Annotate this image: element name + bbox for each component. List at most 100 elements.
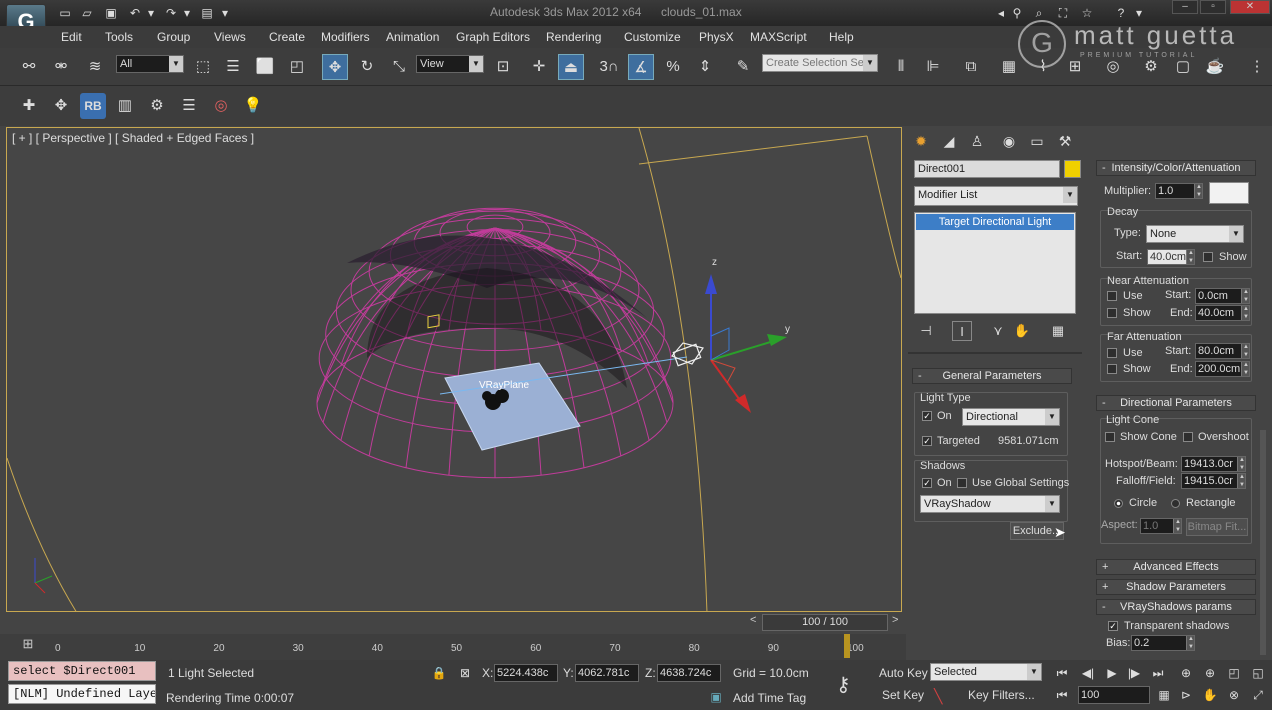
bind-space-warp-icon[interactable]: ≋ bbox=[82, 54, 108, 80]
layer-manager-icon[interactable]: ⧉ bbox=[958, 54, 984, 80]
play-icon[interactable]: ▶ bbox=[1102, 664, 1122, 682]
named-selection-sets-input[interactable]: Create Selection Se ▼ bbox=[762, 54, 878, 72]
maxscript-listener-input[interactable]: select $Direct001 bbox=[8, 661, 156, 681]
menu-animation[interactable]: Animation bbox=[386, 30, 439, 44]
percent-snap-icon[interactable]: % bbox=[660, 54, 686, 80]
perspective-viewport[interactable]: z y VRayPlane bbox=[6, 127, 902, 612]
edit-named-selection-icon[interactable]: ✎ bbox=[730, 54, 756, 80]
unlink-selection-icon[interactable]: ⚮ bbox=[48, 54, 74, 80]
previous-key-icon[interactable]: ◀| bbox=[1078, 664, 1098, 682]
render-production-icon[interactable]: ☕ bbox=[1202, 54, 1228, 80]
remove-modifier-icon[interactable]: ✋ bbox=[1012, 321, 1032, 341]
shadow-type-dropdown[interactable]: VRayShadow ▼ bbox=[920, 495, 1060, 513]
set-key-icon[interactable]: ⚷ bbox=[836, 672, 851, 697]
decay-show-checkbox[interactable] bbox=[1203, 252, 1213, 262]
far-use-checkbox[interactable] bbox=[1107, 348, 1117, 358]
general-parameters-rollout[interactable]: - General Parameters bbox=[912, 368, 1072, 384]
pivot-center-icon[interactable]: ⊡ bbox=[490, 54, 516, 80]
viewport-label-menu[interactable]: [ + ] [ Perspective ] [ Shaded + Edged F… bbox=[12, 131, 254, 145]
menu-views[interactable]: Views bbox=[214, 30, 246, 44]
target-icon[interactable]: ◎ bbox=[208, 93, 234, 119]
selection-filter-dropdown[interactable]: All ▼ bbox=[116, 55, 184, 73]
far-end-spinner[interactable]: 200.0cm ▲ ▼ bbox=[1195, 361, 1250, 377]
menu-tools[interactable]: Tools bbox=[105, 30, 133, 44]
binoculars-icon[interactable]: ⚲ bbox=[1008, 5, 1026, 21]
go-to-end-icon[interactable]: ⏭ bbox=[1148, 664, 1168, 682]
mini-curve-editor-icon[interactable]: ⊞ bbox=[16, 636, 40, 656]
show-cone-checkbox[interactable] bbox=[1105, 432, 1115, 442]
z-coordinate-field[interactable]: 4638.724c bbox=[657, 664, 721, 682]
select-object-icon[interactable]: ⬚ bbox=[190, 54, 216, 80]
select-and-link-icon[interactable]: ⚯ bbox=[16, 54, 42, 80]
select-and-move-icon[interactable]: ✥ bbox=[322, 54, 348, 80]
keyboard-shortcut-override-icon[interactable]: ⏏ bbox=[558, 54, 584, 80]
default-tangent-icon[interactable]: ╲ bbox=[934, 688, 942, 705]
current-frame-field[interactable]: 100 bbox=[1078, 686, 1150, 704]
bitmap-fit-button[interactable]: Bitmap Fit... bbox=[1186, 518, 1248, 536]
pin-stack-icon[interactable]: ⊣ bbox=[916, 321, 936, 341]
lock-selection-icon[interactable]: 🔒 bbox=[429, 664, 449, 682]
zoom-icon[interactable]: ⊕ bbox=[1176, 664, 1196, 682]
shadow-parameters-rollout[interactable]: + Shadow Parameters bbox=[1096, 579, 1256, 595]
utilities-tab-icon[interactable]: ⚒ bbox=[1054, 131, 1076, 151]
time-slider[interactable]: 100 / 100 bbox=[762, 614, 888, 631]
light-color-swatch[interactable] bbox=[1209, 182, 1249, 204]
orbit-icon[interactable]: ⊗ bbox=[1224, 686, 1244, 704]
auto-key-button[interactable]: Auto Key bbox=[879, 666, 928, 680]
modifier-list-dropdown[interactable]: Modifier List ▼ bbox=[914, 186, 1078, 206]
angle-snap-icon[interactable]: ∡ bbox=[628, 54, 654, 80]
key-filters-button[interactable]: Key Filters... bbox=[968, 688, 1035, 702]
select-and-rotate-icon[interactable]: ↻ bbox=[354, 54, 380, 80]
select-and-manipulate-icon[interactable]: ✛ bbox=[526, 54, 552, 80]
transparent-shadows-checkbox[interactable]: ✓ bbox=[1108, 621, 1118, 631]
snaps-toggle-icon[interactable]: 3∩ bbox=[596, 54, 622, 80]
graphite-ribbon-icon[interactable]: ▦ bbox=[996, 54, 1022, 80]
far-start-spinner[interactable]: 80.0cm ▲ ▼ bbox=[1195, 343, 1250, 359]
key-mode-icon[interactable]: ⏮ bbox=[1052, 686, 1072, 704]
create-plus-icon[interactable]: ✚ bbox=[16, 93, 42, 119]
customize-dropdown-icon[interactable]: ▾ bbox=[218, 5, 232, 21]
move-gizmo-icon[interactable]: ✥ bbox=[48, 93, 74, 119]
menu-edit[interactable]: Edit bbox=[61, 30, 82, 44]
next-key-icon[interactable]: |▶ bbox=[1124, 664, 1144, 682]
shadows-on-checkbox[interactable]: ✓ bbox=[922, 478, 932, 488]
zoom-extents-icon[interactable]: ◰ bbox=[1224, 664, 1244, 682]
stack-layers-icon[interactable]: ☰ bbox=[176, 93, 202, 119]
menu-physx[interactable]: PhysX bbox=[699, 30, 734, 44]
selection-set-dropdown[interactable]: Selected ▼ bbox=[930, 663, 1042, 681]
advanced-effects-rollout[interactable]: + Advanced Effects bbox=[1096, 559, 1256, 575]
create-tab-icon[interactable]: ✹ bbox=[910, 131, 932, 151]
project-folder-icon[interactable]: ▤ bbox=[198, 5, 216, 21]
maximize-button[interactable]: ▫ bbox=[1200, 0, 1226, 14]
object-name-field[interactable]: Direct001 bbox=[914, 160, 1060, 178]
multiplier-spinner[interactable]: 1.0 ▲ ▼ bbox=[1155, 183, 1203, 199]
align-icon[interactable]: ⊫ bbox=[920, 54, 946, 80]
time-configuration-icon[interactable]: ▦ bbox=[1154, 686, 1174, 704]
decay-type-dropdown[interactable]: None ▼ bbox=[1146, 225, 1244, 243]
help-dropdown-icon[interactable]: ▾ bbox=[1134, 5, 1144, 21]
reference-coordinate-dropdown[interactable]: View ▼ bbox=[416, 55, 484, 73]
light-on-checkbox[interactable]: ✓ bbox=[922, 411, 932, 421]
search-icon[interactable]: ⌕ bbox=[1030, 5, 1048, 21]
hotspot-spinner[interactable]: 19413.0cr ▲ ▼ bbox=[1181, 456, 1246, 472]
menu-rendering[interactable]: Rendering bbox=[546, 30, 601, 44]
light-type-dropdown[interactable]: Directional ▼ bbox=[962, 408, 1060, 426]
modifier-stack-item[interactable]: Target Directional Light bbox=[916, 214, 1074, 230]
reactor-rb-button[interactable]: RB bbox=[80, 93, 106, 119]
panel-scrollbar[interactable] bbox=[1260, 430, 1266, 655]
decay-start-spinner[interactable]: 40.0cm ▲ ▼ bbox=[1147, 249, 1195, 265]
make-unique-icon[interactable]: ⋎ bbox=[988, 321, 1008, 341]
favorites-star-icon[interactable]: ☆ bbox=[1078, 5, 1096, 21]
aspect-spinner[interactable]: 1.0 ▲ ▼ bbox=[1140, 518, 1182, 534]
select-and-scale-icon[interactable]: ⤡ bbox=[386, 54, 412, 80]
maxscript-listener-output[interactable]: [NLM] Undefined Laye bbox=[8, 684, 156, 704]
select-by-name-icon[interactable]: ☰ bbox=[220, 54, 246, 80]
undo-icon[interactable]: ↶ bbox=[126, 5, 144, 21]
display-tab-icon[interactable]: ▭ bbox=[1026, 131, 1048, 151]
menu-modifiers[interactable]: Modifiers bbox=[321, 30, 370, 44]
y-coordinate-field[interactable]: 4062.781c bbox=[575, 664, 639, 682]
subscription-icon[interactable]: ⛶ bbox=[1054, 5, 1072, 21]
new-file-icon[interactable]: ▭ bbox=[56, 5, 74, 21]
near-start-spinner[interactable]: 0.0cm ▲ ▼ bbox=[1195, 288, 1250, 304]
show-end-result-icon[interactable]: Ι bbox=[952, 321, 972, 341]
